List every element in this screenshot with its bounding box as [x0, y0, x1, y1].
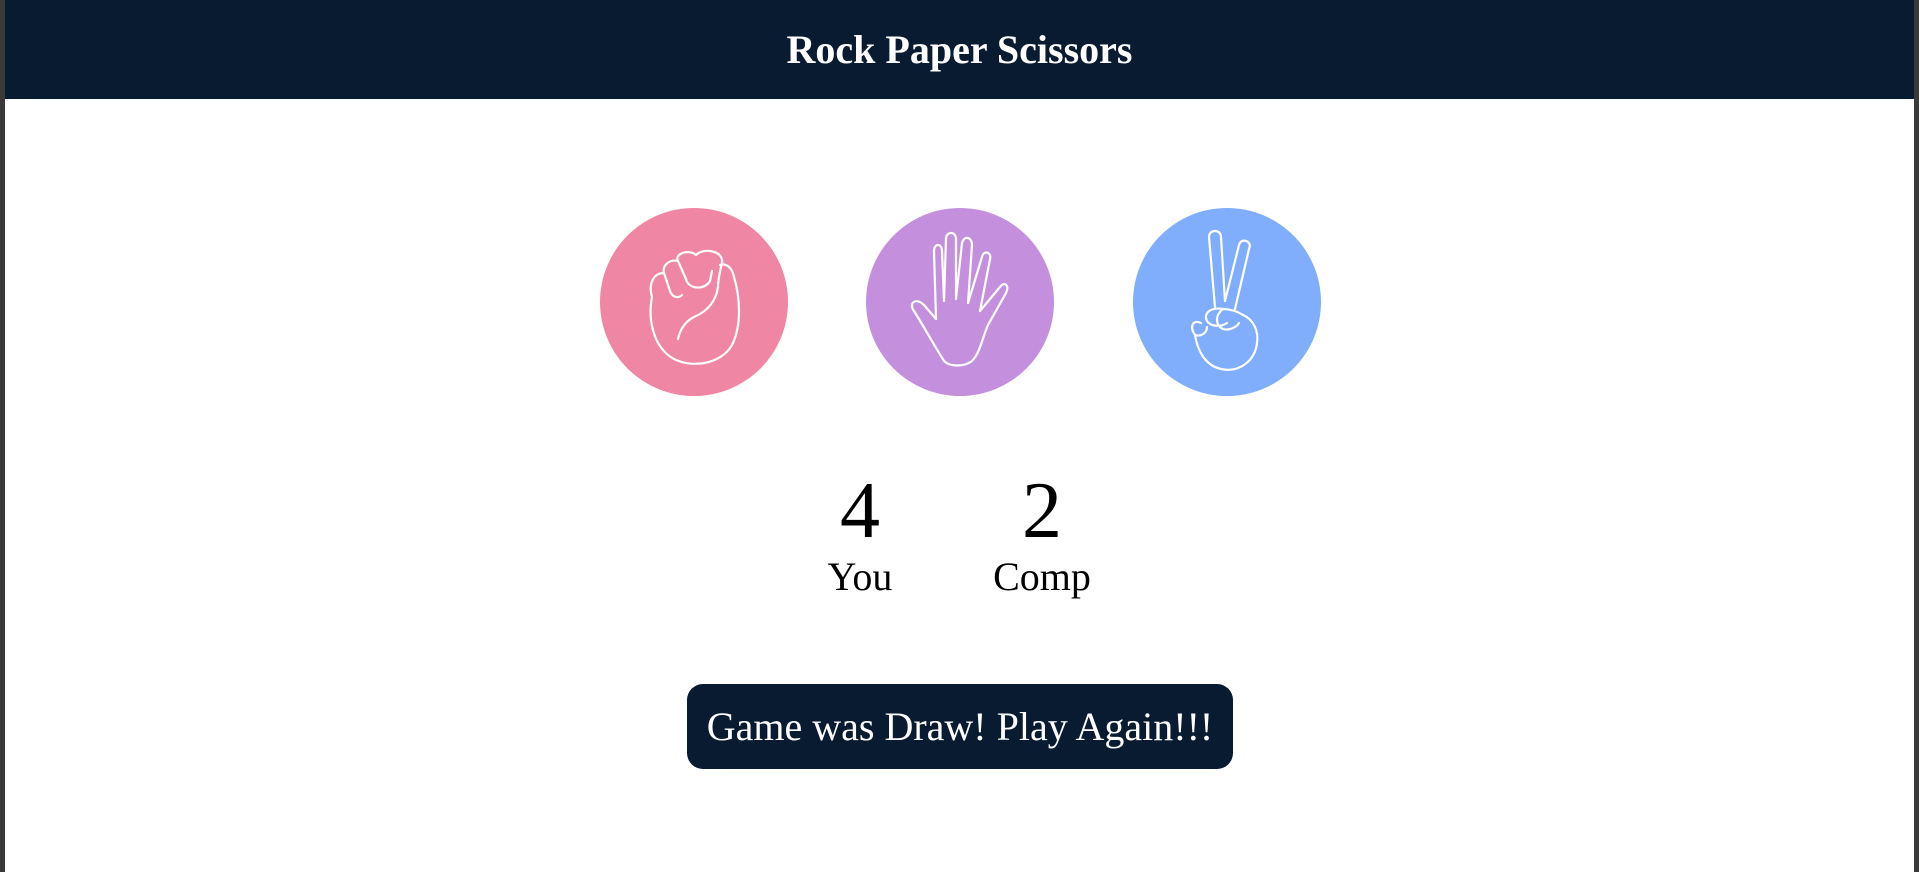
open-hand-icon [910, 231, 1009, 367]
app-frame: Rock Paper Scissors 4 You 2 Comp Game wa… [5, 0, 1914, 872]
user-score-value: 4 [840, 467, 880, 555]
app-header: Rock Paper Scissors [5, 0, 1914, 99]
comp-score-label: Comp [993, 554, 1091, 599]
paper-choice-button[interactable] [866, 208, 1054, 396]
comp-score: 2 Comp [972, 468, 1112, 600]
fist-icon [649, 249, 741, 365]
user-score-label: You [827, 554, 893, 599]
scissors-choice-button[interactable] [1133, 208, 1321, 396]
rock-choice-button[interactable] [600, 208, 788, 396]
result-message: Game was Draw! Play Again!!! [687, 684, 1233, 769]
page-title: Rock Paper Scissors [786, 27, 1133, 72]
peace-hand-icon [1191, 229, 1259, 371]
user-score: 4 You [790, 468, 930, 600]
comp-score-value: 2 [1022, 467, 1062, 555]
